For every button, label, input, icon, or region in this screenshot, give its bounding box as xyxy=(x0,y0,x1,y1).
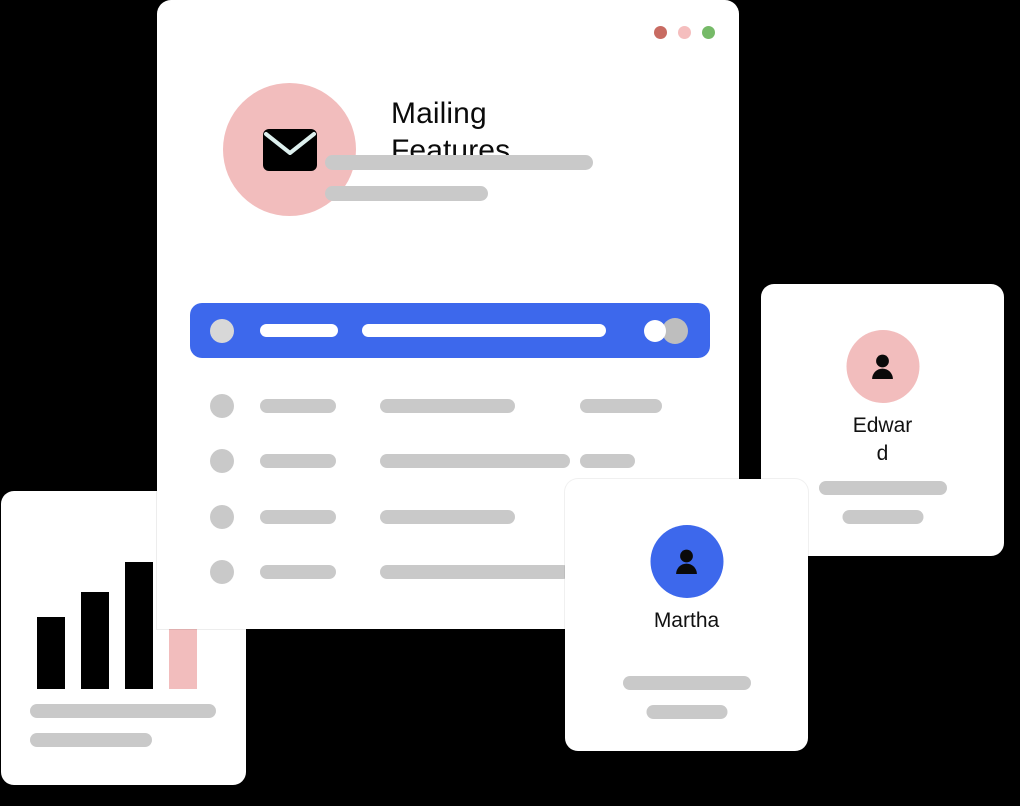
row-body-placeholder xyxy=(362,324,606,337)
row-body-placeholder xyxy=(380,510,515,524)
person-name: Martha xyxy=(653,609,720,632)
row-toggle[interactable] xyxy=(636,318,688,344)
avatar xyxy=(846,330,919,403)
maximize-dot[interactable] xyxy=(702,26,715,39)
martha-meta-placeholder xyxy=(646,705,727,719)
row-title-placeholder xyxy=(260,399,336,413)
row-avatar xyxy=(210,449,234,473)
row-meta-placeholder xyxy=(580,399,662,413)
toggle-knob xyxy=(644,320,666,342)
row-avatar xyxy=(210,394,234,418)
row-body-placeholder xyxy=(380,399,515,413)
minimize-dot[interactable] xyxy=(678,26,691,39)
chart-subcaption-placeholder xyxy=(30,733,152,747)
bar-2 xyxy=(81,591,109,689)
row-avatar xyxy=(210,560,234,584)
edward-detail-placeholder xyxy=(818,481,947,495)
bar-1 xyxy=(37,617,65,689)
illustration-canvas: Mailing Features Edward Martha xyxy=(0,0,1020,806)
row-title-placeholder xyxy=(260,510,336,524)
row-avatar xyxy=(210,505,234,529)
person-card-martha[interactable]: Martha xyxy=(565,479,808,751)
selected-mail-row[interactable] xyxy=(190,303,710,358)
martha-detail-placeholder xyxy=(622,676,751,690)
envelope-icon xyxy=(262,128,317,171)
row-title-placeholder xyxy=(260,454,336,468)
chart-caption-placeholder xyxy=(30,704,216,718)
close-dot[interactable] xyxy=(654,26,667,39)
row-body-placeholder xyxy=(380,454,570,468)
row-title-placeholder xyxy=(260,324,338,337)
row-title-placeholder xyxy=(260,565,336,579)
hero-caption-placeholder xyxy=(325,186,488,201)
window-controls xyxy=(654,26,715,39)
row-avatar xyxy=(210,319,234,343)
person-icon xyxy=(676,549,697,574)
mail-list-row-1[interactable] xyxy=(190,394,700,418)
row-meta-placeholder xyxy=(580,454,635,468)
hero-subtitle-placeholder xyxy=(325,155,593,170)
avatar xyxy=(650,525,723,598)
person-name: Edward xyxy=(852,414,913,465)
edward-meta-placeholder xyxy=(842,510,923,524)
mail-list-row-2[interactable] xyxy=(190,449,700,473)
row-body-placeholder xyxy=(380,565,570,579)
bar-3 xyxy=(125,561,153,689)
person-icon xyxy=(872,354,893,379)
